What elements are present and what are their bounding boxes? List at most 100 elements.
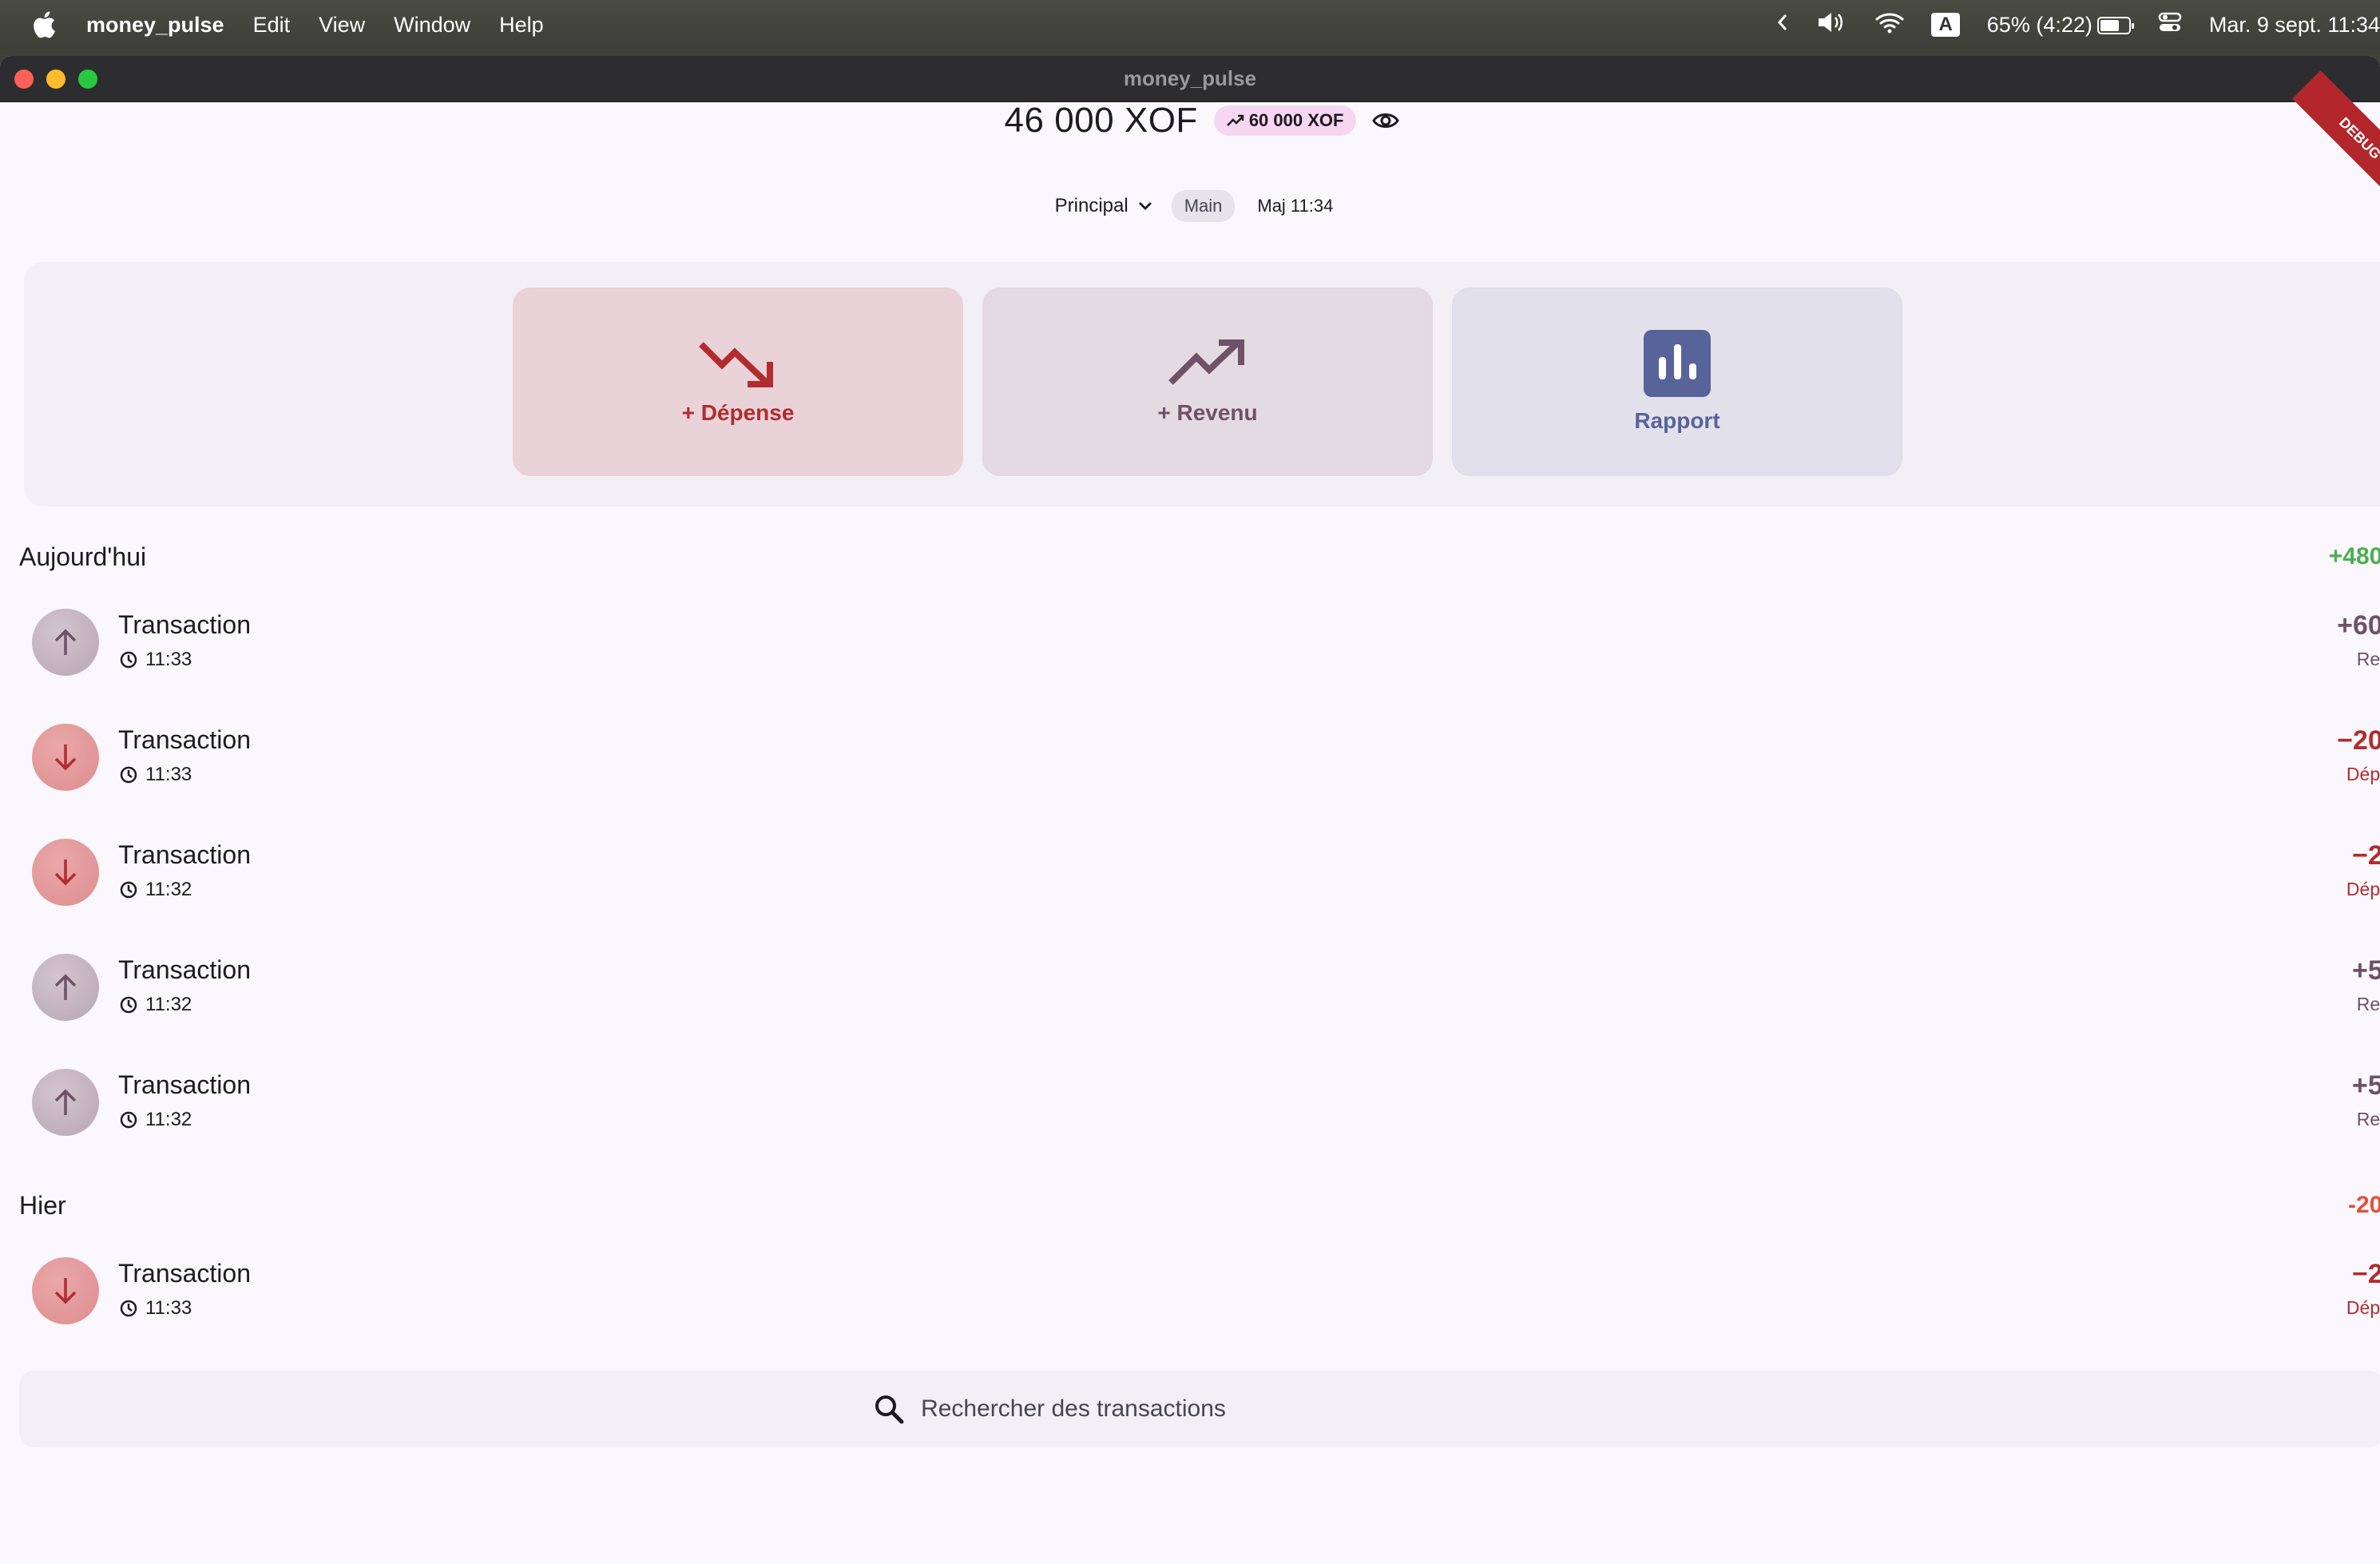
arrow-up-icon bbox=[32, 1069, 99, 1136]
battery-status[interactable]: 65% (4:22) bbox=[1986, 12, 2134, 38]
add-income-label: + Revenu bbox=[1157, 400, 1258, 425]
transaction-time-text: 11:33 bbox=[145, 764, 192, 785]
transaction-time: 11:32 bbox=[120, 994, 192, 1016]
menu-help[interactable]: Help bbox=[499, 13, 544, 38]
total-balance: 46 000 XOF bbox=[1004, 101, 1198, 140]
battery-icon bbox=[2096, 17, 2134, 35]
section-today-total: +4800 bbox=[2328, 543, 2380, 570]
quick-actions-panel: + Dépense + Revenu Rapport bbox=[24, 262, 2380, 506]
transaction-name: Transaction bbox=[118, 1259, 251, 1288]
report-button[interactable]: Rapport bbox=[1452, 288, 1902, 476]
add-expense-button[interactable]: + Dépense bbox=[513, 288, 963, 476]
clock-icon bbox=[120, 651, 137, 669]
transaction-kind: Revenu bbox=[2356, 1109, 2380, 1129]
chevron-left-icon[interactable] bbox=[1776, 13, 1789, 38]
transaction-amount: −2 000 bbox=[2352, 840, 2380, 871]
transaction-time: 11:33 bbox=[120, 1297, 192, 1320]
transaction-row[interactable]: Transaction 11:33 −2 000 Dépense bbox=[32, 1251, 2380, 1331]
transaction-name: Transaction bbox=[118, 610, 251, 639]
transaction-time: 11:32 bbox=[120, 879, 192, 901]
transaction-name: Transaction bbox=[118, 840, 251, 869]
trending-up-icon bbox=[1168, 339, 1244, 385]
zoom-window-button[interactable] bbox=[78, 69, 97, 89]
transaction-kind: Dépense bbox=[2346, 764, 2380, 784]
balance-header: 46 000 XOF 60 000 XOF bbox=[0, 101, 2380, 140]
menu-app-name[interactable]: money_pulse bbox=[86, 13, 224, 38]
section-yesterday-total: -200 bbox=[2347, 1192, 2380, 1218]
transaction-name: Transaction bbox=[118, 725, 251, 754]
account-chip[interactable]: Main bbox=[1171, 190, 1236, 222]
window-titlebar: money_pulse bbox=[0, 56, 2380, 102]
volume-icon[interactable] bbox=[1816, 10, 1848, 40]
transaction-amount: +5 000 bbox=[2352, 955, 2380, 986]
transaction-kind: Revenu bbox=[2356, 649, 2380, 669]
transaction-time-text: 11:32 bbox=[145, 879, 192, 900]
trend-badge-value: 60 000 XOF bbox=[1248, 110, 1344, 130]
keyboard-input-badge[interactable]: A bbox=[1931, 13, 1960, 37]
clock-icon bbox=[120, 1111, 137, 1129]
search-icon bbox=[875, 1395, 904, 1424]
battery-text: 65% (4:22) bbox=[1986, 12, 2092, 37]
transaction-row[interactable]: Transaction 11:33 −20 000 Dépense bbox=[32, 717, 2380, 797]
add-expense-label: + Dépense bbox=[681, 400, 795, 425]
control-center-icon[interactable] bbox=[2158, 12, 2182, 38]
trending-down-icon bbox=[699, 342, 773, 387]
report-label: Rapport bbox=[1634, 408, 1720, 433]
transaction-amount: +5 000 bbox=[2352, 1070, 2380, 1101]
app-content: DEBUG 46 000 XOF 60 000 XOF Principal Ma… bbox=[0, 70, 2380, 1564]
section-today-header: Aujourd'hui +4800 bbox=[19, 537, 2380, 577]
apple-icon[interactable] bbox=[32, 10, 56, 39]
last-updated: Maj 11:34 bbox=[1257, 196, 1334, 216]
transaction-time: 11:33 bbox=[120, 649, 192, 671]
app-window: money_pulse DEBUG 46 000 XOF 60 000 XOF … bbox=[0, 56, 2380, 1564]
search-label: Rechercher des transactions bbox=[921, 1395, 1226, 1422]
add-income-button[interactable]: + Revenu bbox=[982, 288, 1433, 476]
bar-chart-icon bbox=[1644, 330, 1711, 397]
transaction-amount: −20 000 bbox=[2337, 725, 2380, 756]
arrow-up-icon bbox=[32, 954, 99, 1021]
menu-window[interactable]: Window bbox=[394, 13, 470, 38]
arrow-down-icon bbox=[32, 1257, 99, 1324]
transaction-row[interactable]: Transaction 11:32 +5 000 Revenu bbox=[32, 1062, 2380, 1142]
section-today-title: Aujourd'hui bbox=[19, 542, 147, 571]
clock-icon bbox=[120, 1300, 137, 1317]
income-trend-badge: 60 000 XOF bbox=[1213, 105, 1357, 136]
clock-icon bbox=[120, 996, 137, 1014]
transaction-name: Transaction bbox=[118, 1070, 251, 1099]
arrow-down-icon bbox=[32, 839, 99, 906]
menu-view[interactable]: View bbox=[319, 13, 365, 38]
menu-edit[interactable]: Edit bbox=[253, 13, 291, 38]
close-window-button[interactable] bbox=[14, 69, 34, 89]
account-name: Principal bbox=[1054, 195, 1129, 216]
wifi-icon[interactable] bbox=[1875, 11, 1904, 39]
minimize-window-button[interactable] bbox=[46, 69, 65, 89]
arrow-up-icon bbox=[32, 609, 99, 676]
transaction-kind: Dépense bbox=[2346, 1297, 2380, 1318]
clock-icon bbox=[120, 766, 137, 784]
transaction-time-text: 11:33 bbox=[145, 649, 192, 670]
section-yesterday-header: Hier -200 bbox=[19, 1185, 2380, 1225]
account-selector[interactable]: Principal bbox=[1055, 195, 1152, 217]
transaction-time-text: 11:33 bbox=[145, 1297, 192, 1319]
transaction-row[interactable]: Transaction 11:33 +60 000 Revenu bbox=[32, 602, 2380, 682]
search-transactions-button[interactable]: Rechercher des transactions bbox=[19, 1371, 2380, 1447]
eye-icon[interactable] bbox=[1372, 111, 1400, 130]
menu-bar: money_pulse Edit View Window Help A 65% … bbox=[0, 0, 2380, 50]
clock-icon bbox=[120, 881, 137, 899]
account-row: Principal Main Maj 11:34 bbox=[0, 190, 2380, 222]
section-yesterday-title: Hier bbox=[19, 1190, 66, 1220]
transaction-time: 11:33 bbox=[120, 764, 192, 786]
transaction-kind: Revenu bbox=[2356, 994, 2380, 1014]
transaction-time: 11:32 bbox=[120, 1109, 192, 1131]
window-title: money_pulse bbox=[1123, 66, 1257, 90]
arrow-down-icon bbox=[32, 724, 99, 791]
window-controls bbox=[14, 69, 97, 89]
transaction-kind: Dépense bbox=[2346, 879, 2380, 899]
transaction-row[interactable]: Transaction 11:32 −2 000 Dépense bbox=[32, 832, 2380, 912]
transaction-amount: −2 000 bbox=[2352, 1259, 2380, 1289]
transaction-time-text: 11:32 bbox=[145, 1109, 192, 1130]
transaction-amount: +60 000 bbox=[2337, 610, 2380, 641]
chevron-down-icon bbox=[1138, 202, 1152, 210]
datetime[interactable]: Mar. 9 sept. 11:34 bbox=[2209, 13, 2380, 38]
transaction-row[interactable]: Transaction 11:32 +5 000 Revenu bbox=[32, 947, 2380, 1027]
